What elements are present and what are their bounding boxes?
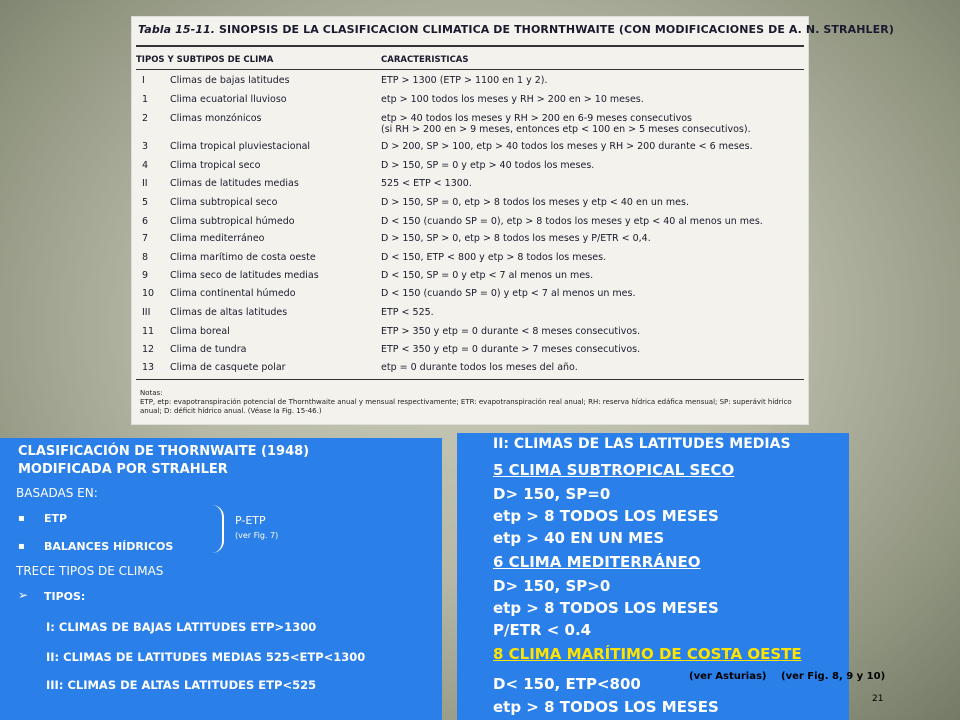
row-climate-name: Climas de bajas latitudes	[170, 75, 290, 86]
row-characteristics: ETP > 350 y etp = 0 durante < 8 meses co…	[381, 326, 641, 337]
table-notes: Notas: ETP, etp: evapotranspiración pote…	[140, 389, 800, 416]
classification-title-2: MODIFICADA POR STRAHLER	[18, 462, 228, 477]
bottom-rule	[136, 379, 804, 380]
row-climate-name: Clima de casquete polar	[170, 362, 286, 373]
table-title-text: SINOPSIS DE LA CLASIFICACION CLIMATICA D…	[219, 23, 894, 36]
climate-5-title: 5 CLIMA SUBTROPICAL SECO	[493, 461, 735, 479]
thirteen-types: TRECE TIPOS DE CLIMAS	[16, 564, 164, 578]
climate-5-line-1: D> 150, SP=0	[493, 485, 611, 503]
header-rule	[136, 69, 804, 70]
row-number: 3	[142, 141, 149, 152]
row-number: 11	[142, 326, 155, 337]
row-number: 10	[142, 288, 155, 299]
row-characteristics: D > 150, SP > 0, etp > 8 todos los meses…	[381, 233, 651, 244]
climate-6-title: 6 CLIMA MEDITERRÁNEO	[493, 553, 701, 571]
row-number: 4	[142, 160, 149, 171]
climate-8-title: 8 CLIMA MARÍTIMO DE COSTA OESTE	[493, 645, 802, 663]
based-on-label: BASADAS EN:	[16, 486, 98, 500]
brace-sublabel: (ver Fig. 7)	[235, 531, 279, 540]
row-characteristics: ETP < 350 y etp = 0 durante > 7 meses co…	[381, 344, 641, 355]
row-number: 1	[142, 94, 149, 105]
climate-8-line-1: D< 150, ETP<800	[493, 675, 641, 693]
brace-label: P-ETP	[235, 514, 266, 527]
types-label: TIPOS:	[44, 590, 86, 603]
page-number: 21	[872, 694, 884, 704]
mid-latitudes-heading: II: CLIMAS DE LAS LATITUDES MEDIAS	[493, 436, 791, 452]
row-climate-name: Clima marítimo de costa oeste	[170, 252, 316, 263]
row-number: II	[142, 178, 148, 189]
row-number: 12	[142, 344, 155, 355]
row-climate-name: Clima seco de latitudes medias	[170, 270, 319, 281]
type-3: III: CLIMAS DE ALTAS LATITUDES ETP<525	[46, 678, 317, 692]
row-number: 2	[142, 113, 149, 124]
row-number: 8	[142, 252, 149, 263]
bullet-square-icon-2: ▪	[18, 541, 25, 552]
row-climate-name: Clima subtropical seco	[170, 197, 278, 208]
row-climate-name: Clima subtropical húmedo	[170, 216, 295, 227]
climate-5-line-3: etp > 40 EN UN MES	[493, 529, 665, 547]
row-number: III	[142, 307, 151, 318]
row-characteristics: D > 150, SP = 0, etp > 8 todos los meses…	[381, 197, 689, 208]
climate-6-line-1: D> 150, SP>0	[493, 577, 611, 595]
top-rule	[136, 45, 804, 47]
row-climate-name: Clima boreal	[170, 326, 230, 337]
row-characteristics: D < 150, SP = 0 y etp < 7 al menos un me…	[381, 270, 594, 281]
bullet-square-icon-1: ▪	[18, 513, 25, 524]
row-number: 7	[142, 233, 149, 244]
row-characteristics: D < 150 (cuando SP = 0), etp > 8 todos l…	[381, 216, 763, 227]
climate-6-line-3: P/ETR < 0.4	[493, 621, 592, 639]
row-number: 6	[142, 216, 149, 227]
row-characteristics: ETP < 525.	[381, 307, 434, 318]
climate-8-line-2: etp > 8 TODOS LOS MESES	[493, 698, 719, 716]
climate-5-line-2: etp > 8 TODOS LOS MESES	[493, 507, 719, 525]
row-climate-name: Clima tropical pluviestacional	[170, 141, 311, 152]
brace-icon	[212, 505, 224, 553]
row-characteristics: etp > 40 todos los meses y RH > 200 en 6…	[381, 113, 693, 124]
row-number: 13	[142, 362, 155, 373]
row-characteristics: D < 150, ETP < 800 y etp > 8 todos los m…	[381, 252, 607, 263]
type-2: II: CLIMAS DE LATITUDES MEDIAS 525<ETP<1…	[46, 650, 366, 664]
row-climate-name: Clima mediterráneo	[170, 233, 265, 244]
row-characteristics-cont: (si RH > 200 en > 9 meses, entonces etp …	[381, 124, 751, 135]
thornthwaite-table: Tabla 15-11. SINOPSIS DE LA CLASIFICACIO…	[132, 17, 894, 424]
ref-asturias: (ver Asturias)	[689, 671, 767, 682]
arrow-bullet-icon: ➢	[18, 588, 29, 602]
col-header-types: TIPOS Y SUBTIPOS DE CLIMA	[136, 55, 274, 65]
col-header-characteristics: CARACTERISTICAS	[381, 55, 469, 65]
row-climate-name: Clima ecuatorial lluvioso	[170, 94, 287, 105]
notes-text: ETP, etp: evapotranspiración potencial d…	[140, 398, 792, 415]
notes-label: Notas:	[140, 389, 163, 397]
row-characteristics: D > 200, SP > 100, etp > 40 todos los me…	[381, 141, 753, 152]
row-number: 9	[142, 270, 149, 281]
ref-figures: (ver Fig. 8, 9 y 10)	[781, 671, 886, 682]
row-characteristics: ETP > 1300 (ETP > 1100 en 1 y 2).	[381, 75, 548, 86]
type-1: I: CLIMAS DE BAJAS LATITUDES ETP>1300	[46, 620, 317, 634]
row-climate-name: Clima de tundra	[170, 344, 247, 355]
left-slide-panel: CLASIFICACIÓN DE THORNWAITE (1948) MODIF…	[0, 438, 442, 720]
classification-title-1: CLASIFICACIÓN DE THORNWAITE (1948)	[18, 444, 310, 459]
table-title: Tabla 15-11. SINOPSIS DE LA CLASIFICACIO…	[138, 23, 894, 36]
bullet-etp: ETP	[44, 512, 68, 525]
row-climate-name: Climas monzónicos	[170, 113, 262, 124]
row-climate-name: Clima tropical seco	[170, 160, 261, 171]
row-characteristics: D < 150 (cuando SP = 0) y etp < 7 al men…	[381, 288, 636, 299]
row-characteristics: etp > 100 todos los meses y RH > 200 en …	[381, 94, 644, 105]
row-number: 5	[142, 197, 149, 208]
row-climate-name: Clima continental húmedo	[170, 288, 296, 299]
row-number: I	[142, 75, 145, 86]
row-characteristics: D > 150, SP = 0 y etp > 40 todos los mes…	[381, 160, 595, 171]
climate-6-line-2: etp > 8 TODOS LOS MESES	[493, 599, 719, 617]
table-label: Tabla 15-11.	[138, 23, 216, 36]
row-climate-name: Climas de latitudes medias	[170, 178, 299, 189]
right-slide-panel: II: CLIMAS DE LAS LATITUDES MEDIAS 5 CLI…	[457, 433, 885, 720]
row-climate-name: Climas de altas latitudes	[170, 307, 288, 318]
row-characteristics: 525 < ETP < 1300.	[381, 178, 472, 189]
row-characteristics: etp = 0 durante todos los meses del año.	[381, 362, 578, 373]
bullet-water-balance: BALANCES HÍDRICOS	[44, 540, 174, 553]
